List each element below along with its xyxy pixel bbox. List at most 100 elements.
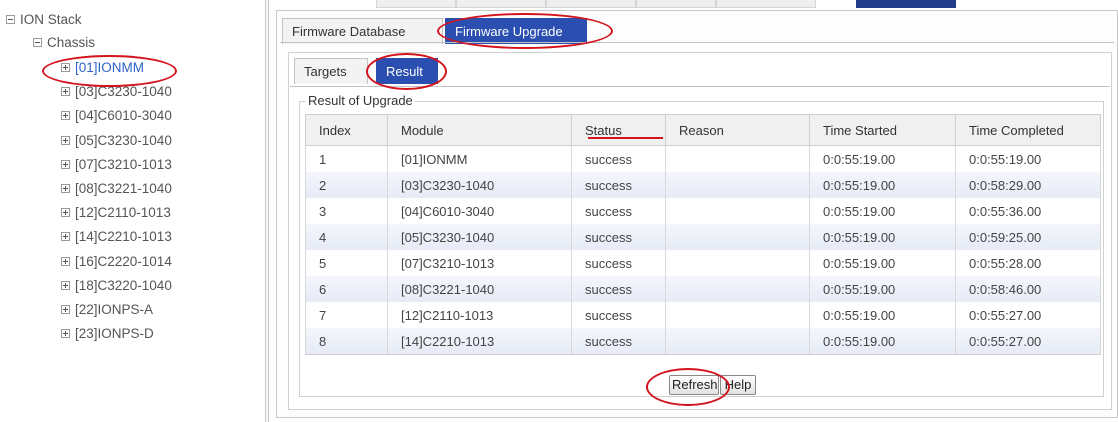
expand-icon[interactable] [61, 62, 70, 72]
tree-label: [23]IONPS-D [75, 326, 154, 341]
expand-icon[interactable] [61, 183, 70, 193]
top-strip-segment [376, 0, 456, 8]
expand-icon[interactable] [61, 207, 70, 217]
cell-reason [665, 172, 810, 198]
tree-label: [08]C3221-1040 [75, 181, 172, 196]
table-row[interactable]: 2 [03]C3230-1040 success 0:0:55:19.00 0:0:58… [305, 172, 1101, 198]
column-header-time-completed[interactable]: Time Completed [955, 114, 1101, 146]
expand-icon[interactable] [61, 159, 70, 169]
cell-module: [04]C6010-3040 [387, 198, 572, 224]
cell-module: [01]IONMM [387, 145, 572, 172]
expand-icon[interactable] [61, 110, 70, 120]
cell-index: 8 [305, 328, 388, 355]
table-row[interactable]: 5 [07]C3210-1013 success 0:0:55:19.00 0:0:55… [305, 250, 1101, 276]
cell-index: 6 [305, 276, 388, 302]
cell-reason [665, 145, 810, 172]
tree-label: [16]C2220-1014 [75, 254, 172, 269]
cell-status: success [571, 224, 666, 250]
cell-time-started: 0:0:55:19.00 [809, 302, 956, 328]
tree-item-module[interactable]: [01]IONMM [61, 57, 144, 79]
table-row[interactable]: 8 [14]C2210-1013 success 0:0:55:19.00 0:0:55… [305, 328, 1101, 355]
tree-item-chassis[interactable]: Chassis [33, 32, 95, 54]
column-header-time-started[interactable]: Time Started [809, 114, 956, 146]
expand-icon[interactable] [61, 328, 70, 338]
column-header-status[interactable]: Status [571, 114, 666, 146]
tree-root-ion-stack[interactable]: ION Stack [6, 9, 82, 31]
top-strip-segment [456, 0, 546, 8]
table-row[interactable]: 6 [08]C3221-1040 success 0:0:55:19.00 0:0:58… [305, 276, 1101, 302]
expand-icon[interactable] [61, 280, 70, 290]
cell-time-completed: 0:0:58:46.00 [955, 276, 1101, 302]
tab-firmware-upgrade[interactable]: Firmware Upgrade [445, 18, 587, 44]
table-row[interactable]: 4 [05]C3230-1040 success 0:0:55:19.00 0:0:59… [305, 224, 1101, 250]
cell-time-started: 0:0:55:19.00 [809, 224, 956, 250]
tree-item-module[interactable]: [08]C3221-1040 [61, 178, 172, 200]
tree-label: [12]C2110-1013 [75, 205, 171, 220]
column-header-module[interactable]: Module [387, 114, 572, 146]
top-strip-segment [716, 0, 816, 8]
tab-divider [280, 42, 1114, 43]
cell-reason [665, 302, 810, 328]
tree-label: [22]IONPS-A [75, 302, 154, 317]
cell-module: [07]C3210-1013 [387, 250, 572, 276]
pane-splitter[interactable] [265, 0, 269, 422]
top-strip-segment-active [856, 0, 956, 8]
help-button[interactable]: Help [720, 375, 756, 395]
tree-item-module[interactable]: [04]C6010-3040 [61, 105, 172, 127]
cell-index: 7 [305, 302, 388, 328]
collapse-icon[interactable] [6, 14, 15, 24]
cell-status: success [571, 302, 666, 328]
table-row[interactable]: 3 [04]C6010-3040 success 0:0:55:19.00 0:0:55… [305, 198, 1101, 224]
tree-item-module[interactable]: [22]IONPS-A [61, 299, 153, 321]
tree-label: Chassis [47, 35, 96, 50]
cell-module: [08]C3221-1040 [387, 276, 572, 302]
cell-index: 4 [305, 224, 388, 250]
cell-module: [12]C2110-1013 [387, 302, 572, 328]
subtab-divider [290, 86, 1110, 87]
refresh-button[interactable]: Refresh [669, 375, 719, 395]
cell-time-completed: 0:0:59:25.00 [955, 224, 1101, 250]
tab-result[interactable]: Result [376, 58, 438, 84]
cell-index: 3 [305, 198, 388, 224]
tree-item-module[interactable]: [14]C2210-1013 [61, 226, 172, 248]
tree-item-module[interactable]: [18]C3220-1040 [61, 275, 172, 297]
tree-item-module[interactable]: [12]C2110-1013 [61, 202, 171, 224]
tree-item-module[interactable]: [23]IONPS-D [61, 323, 154, 345]
cell-reason [665, 224, 810, 250]
table-row[interactable]: 7 [12]C2110-1013 success 0:0:55:19.00 0:0:55… [305, 302, 1101, 328]
tree-label: [14]C2210-1013 [75, 229, 172, 244]
column-header-index[interactable]: Index [305, 114, 388, 146]
tab-firmware-database[interactable]: Firmware Database [282, 18, 443, 44]
expand-icon[interactable] [61, 304, 70, 314]
table-row[interactable]: 1 [01]IONMM success 0:0:55:19.00 0:0:55:19.0… [305, 145, 1101, 172]
cell-status: success [571, 172, 666, 198]
cell-index: 2 [305, 172, 388, 198]
tree-label: [05]C3230-1040 [75, 133, 172, 148]
collapse-icon[interactable] [33, 37, 42, 47]
cell-time-started: 0:0:55:19.00 [809, 328, 956, 355]
cell-module: [03]C3230-1040 [387, 172, 572, 198]
tree-label: [18]C3220-1040 [75, 278, 172, 293]
cell-time-started: 0:0:55:19.00 [809, 198, 956, 224]
cell-status: success [571, 328, 666, 355]
cell-time-completed: 0:0:55:19.00 [955, 145, 1101, 172]
tree-item-module[interactable]: [07]C3210-1013 [61, 154, 172, 176]
tab-targets[interactable]: Targets [294, 58, 368, 84]
column-header-reason[interactable]: Reason [665, 114, 810, 146]
cell-reason [665, 250, 810, 276]
result-legend: Result of Upgrade [306, 93, 415, 108]
cell-time-completed: 0:0:55:36.00 [955, 198, 1101, 224]
tree-item-module[interactable]: [03]C3230-1040 [61, 81, 172, 103]
tree-item-module[interactable]: [16]C2220-1014 [61, 251, 172, 273]
tree-label: [04]C6010-3040 [75, 108, 172, 123]
tree-label: ION Stack [20, 12, 82, 27]
cell-status: success [571, 198, 666, 224]
device-tree: ION Stack Chassis [01]IONMM [03]C3230-104… [0, 0, 262, 422]
cell-time-started: 0:0:55:19.00 [809, 145, 956, 172]
expand-icon[interactable] [61, 256, 70, 266]
expand-icon[interactable] [61, 231, 70, 241]
expand-icon[interactable] [61, 86, 70, 96]
cell-index: 1 [305, 145, 388, 172]
tree-item-module[interactable]: [05]C3230-1040 [61, 130, 172, 152]
expand-icon[interactable] [61, 135, 70, 145]
